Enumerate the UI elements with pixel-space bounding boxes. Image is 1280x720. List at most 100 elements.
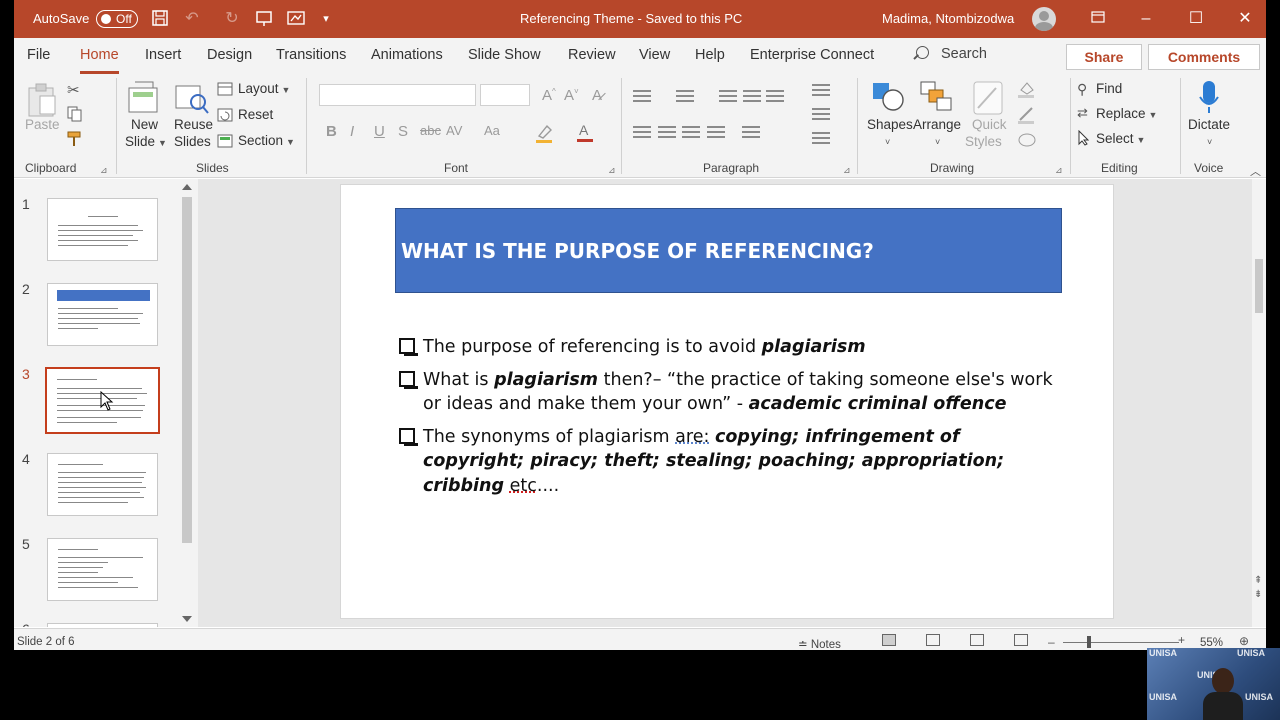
reading-view-icon[interactable]: [970, 634, 984, 646]
zoom-out-icon[interactable]: –: [1048, 635, 1055, 649]
tab-transitions[interactable]: Transitions: [276, 47, 346, 63]
reset-icon[interactable]: [217, 108, 233, 122]
slide-thumbnail-4[interactable]: [47, 453, 158, 516]
slide-show-icon[interactable]: [1014, 634, 1028, 646]
ribbon-display-options-icon[interactable]: [1086, 8, 1110, 30]
clear-formatting-icon[interactable]: A̷: [592, 87, 602, 104]
slide-body[interactable]: The purpose of referencing is to avoid p…: [399, 335, 1059, 506]
tab-help[interactable]: Help: [695, 47, 725, 63]
highlight-color-icon[interactable]: [534, 122, 556, 144]
new-slide-label-1[interactable]: New: [131, 117, 158, 132]
increase-indent-icon[interactable]: [743, 90, 761, 104]
search-box[interactable]: Search: [916, 46, 987, 62]
align-right-icon[interactable]: [682, 126, 700, 140]
reset-button[interactable]: Reset: [238, 107, 273, 122]
shapes-button[interactable]: Shapes: [867, 117, 913, 132]
redo-icon[interactable]: ↻: [222, 9, 242, 29]
find-button[interactable]: Find: [1096, 81, 1122, 96]
tab-enterprise-connect[interactable]: Enterprise Connect: [750, 47, 874, 63]
start-from-beginning-icon[interactable]: [254, 9, 274, 29]
quick-styles-label-2[interactable]: Styles: [965, 134, 1002, 149]
save-icon[interactable]: [150, 9, 170, 29]
decrease-indent-icon[interactable]: [719, 90, 737, 104]
tab-home[interactable]: Home: [80, 47, 119, 74]
increase-font-size-icon[interactable]: A^: [542, 87, 556, 104]
quick-styles-icon[interactable]: [972, 80, 1004, 116]
microphone-icon[interactable]: [1198, 79, 1220, 115]
bullets-icon[interactable]: [633, 90, 651, 104]
previous-slide-icon[interactable]: ⇞: [1254, 575, 1262, 586]
scrollbar-thumb[interactable]: [182, 197, 192, 543]
slide-canvas[interactable]: WHAT IS THE PURPOSE OF REFERENCING? The …: [340, 184, 1114, 619]
underline-icon[interactable]: U: [374, 123, 385, 140]
comments-button[interactable]: Comments: [1148, 44, 1260, 70]
drawing-launcher-icon[interactable]: ⊿: [1055, 165, 1063, 176]
slide-thumbnail-2[interactable]: [47, 283, 158, 346]
quick-styles-label-1[interactable]: Quick: [972, 117, 1007, 132]
slide-thumbnail-5[interactable]: [47, 538, 158, 601]
arrange-icon[interactable]: [919, 80, 955, 114]
font-launcher-icon[interactable]: ⊿: [608, 165, 616, 176]
smartart-icon[interactable]: [812, 132, 830, 146]
replace-button[interactable]: Replace ▼: [1096, 106, 1157, 121]
editor-scrollbar[interactable]: ⇞ ⇟: [1252, 179, 1266, 627]
slide-sorter-icon[interactable]: [926, 634, 940, 646]
align-text-icon[interactable]: [812, 108, 830, 122]
paragraph-launcher-icon[interactable]: ⊿: [843, 165, 851, 176]
avatar[interactable]: [1032, 7, 1056, 31]
slide-thumbnail-1[interactable]: [47, 198, 158, 261]
font-color-icon[interactable]: A: [575, 121, 597, 143]
customize-toolbar-icon[interactable]: ▾: [316, 9, 336, 29]
maximize-icon[interactable]: ☐: [1184, 8, 1208, 30]
align-center-icon[interactable]: [658, 126, 676, 140]
select-cursor-icon[interactable]: [1077, 129, 1091, 146]
zoom-slider-handle[interactable]: [1087, 636, 1091, 648]
tab-design[interactable]: Design: [207, 47, 252, 63]
scrollbar-thumb[interactable]: [1255, 259, 1263, 313]
slide-thumbnail-6[interactable]: [47, 623, 158, 627]
tab-animations[interactable]: Animations: [371, 47, 443, 63]
tab-view[interactable]: View: [639, 47, 670, 63]
tab-review[interactable]: Review: [568, 47, 616, 63]
character-spacing-icon[interactable]: AV: [446, 123, 462, 138]
line-spacing-icon[interactable]: [766, 90, 784, 104]
format-painter-icon[interactable]: [67, 131, 85, 147]
zoom-slider[interactable]: [1063, 642, 1179, 643]
scroll-up-icon[interactable]: [182, 184, 192, 190]
tab-insert[interactable]: Insert: [145, 47, 181, 63]
normal-view-icon[interactable]: [882, 634, 896, 646]
section-icon[interactable]: [217, 134, 233, 148]
tab-slide-show[interactable]: Slide Show: [468, 47, 541, 63]
shapes-icon[interactable]: [871, 80, 905, 114]
italic-icon[interactable]: I: [350, 123, 354, 140]
fit-slide-icon[interactable]: ⊕: [1239, 634, 1249, 648]
layout-button[interactable]: Layout ▼: [238, 81, 290, 96]
select-button[interactable]: Select ▼: [1096, 131, 1145, 146]
section-button[interactable]: Section ▼: [238, 133, 295, 148]
shadow-icon[interactable]: S: [398, 123, 408, 140]
shape-fill-icon[interactable]: [1017, 80, 1037, 98]
share-button[interactable]: Share: [1066, 44, 1142, 70]
copy-icon[interactable]: [67, 106, 83, 122]
change-case-icon[interactable]: Aa: [484, 123, 500, 138]
decrease-font-size-icon[interactable]: A˅: [564, 87, 579, 104]
reuse-slides-label-2[interactable]: Slides: [174, 134, 211, 149]
reuse-slides-label-1[interactable]: Reuse: [174, 117, 213, 132]
new-slide-label-2[interactable]: Slide ▼: [125, 134, 167, 149]
layout-icon[interactable]: [217, 82, 233, 96]
bold-icon[interactable]: B: [326, 123, 337, 140]
columns-icon[interactable]: [742, 126, 760, 140]
user-name[interactable]: Madima, Ntombizodwa: [882, 11, 1014, 26]
slide-title-box[interactable]: WHAT IS THE PURPOSE OF REFERENCING?: [395, 208, 1062, 293]
cut-icon[interactable]: ✂: [67, 81, 80, 99]
reuse-slides-icon[interactable]: [174, 80, 210, 116]
paste-button[interactable]: Paste: [25, 117, 60, 132]
shape-outline-icon[interactable]: [1017, 106, 1037, 124]
scroll-down-icon[interactable]: [182, 616, 192, 622]
zoom-in-icon[interactable]: +: [1178, 633, 1185, 647]
font-family-box[interactable]: [319, 84, 476, 106]
tab-file[interactable]: File: [27, 47, 50, 63]
undo-icon[interactable]: ↶: [182, 9, 202, 29]
minimize-icon[interactable]: –: [1134, 8, 1158, 30]
paste-icon[interactable]: [26, 82, 58, 118]
